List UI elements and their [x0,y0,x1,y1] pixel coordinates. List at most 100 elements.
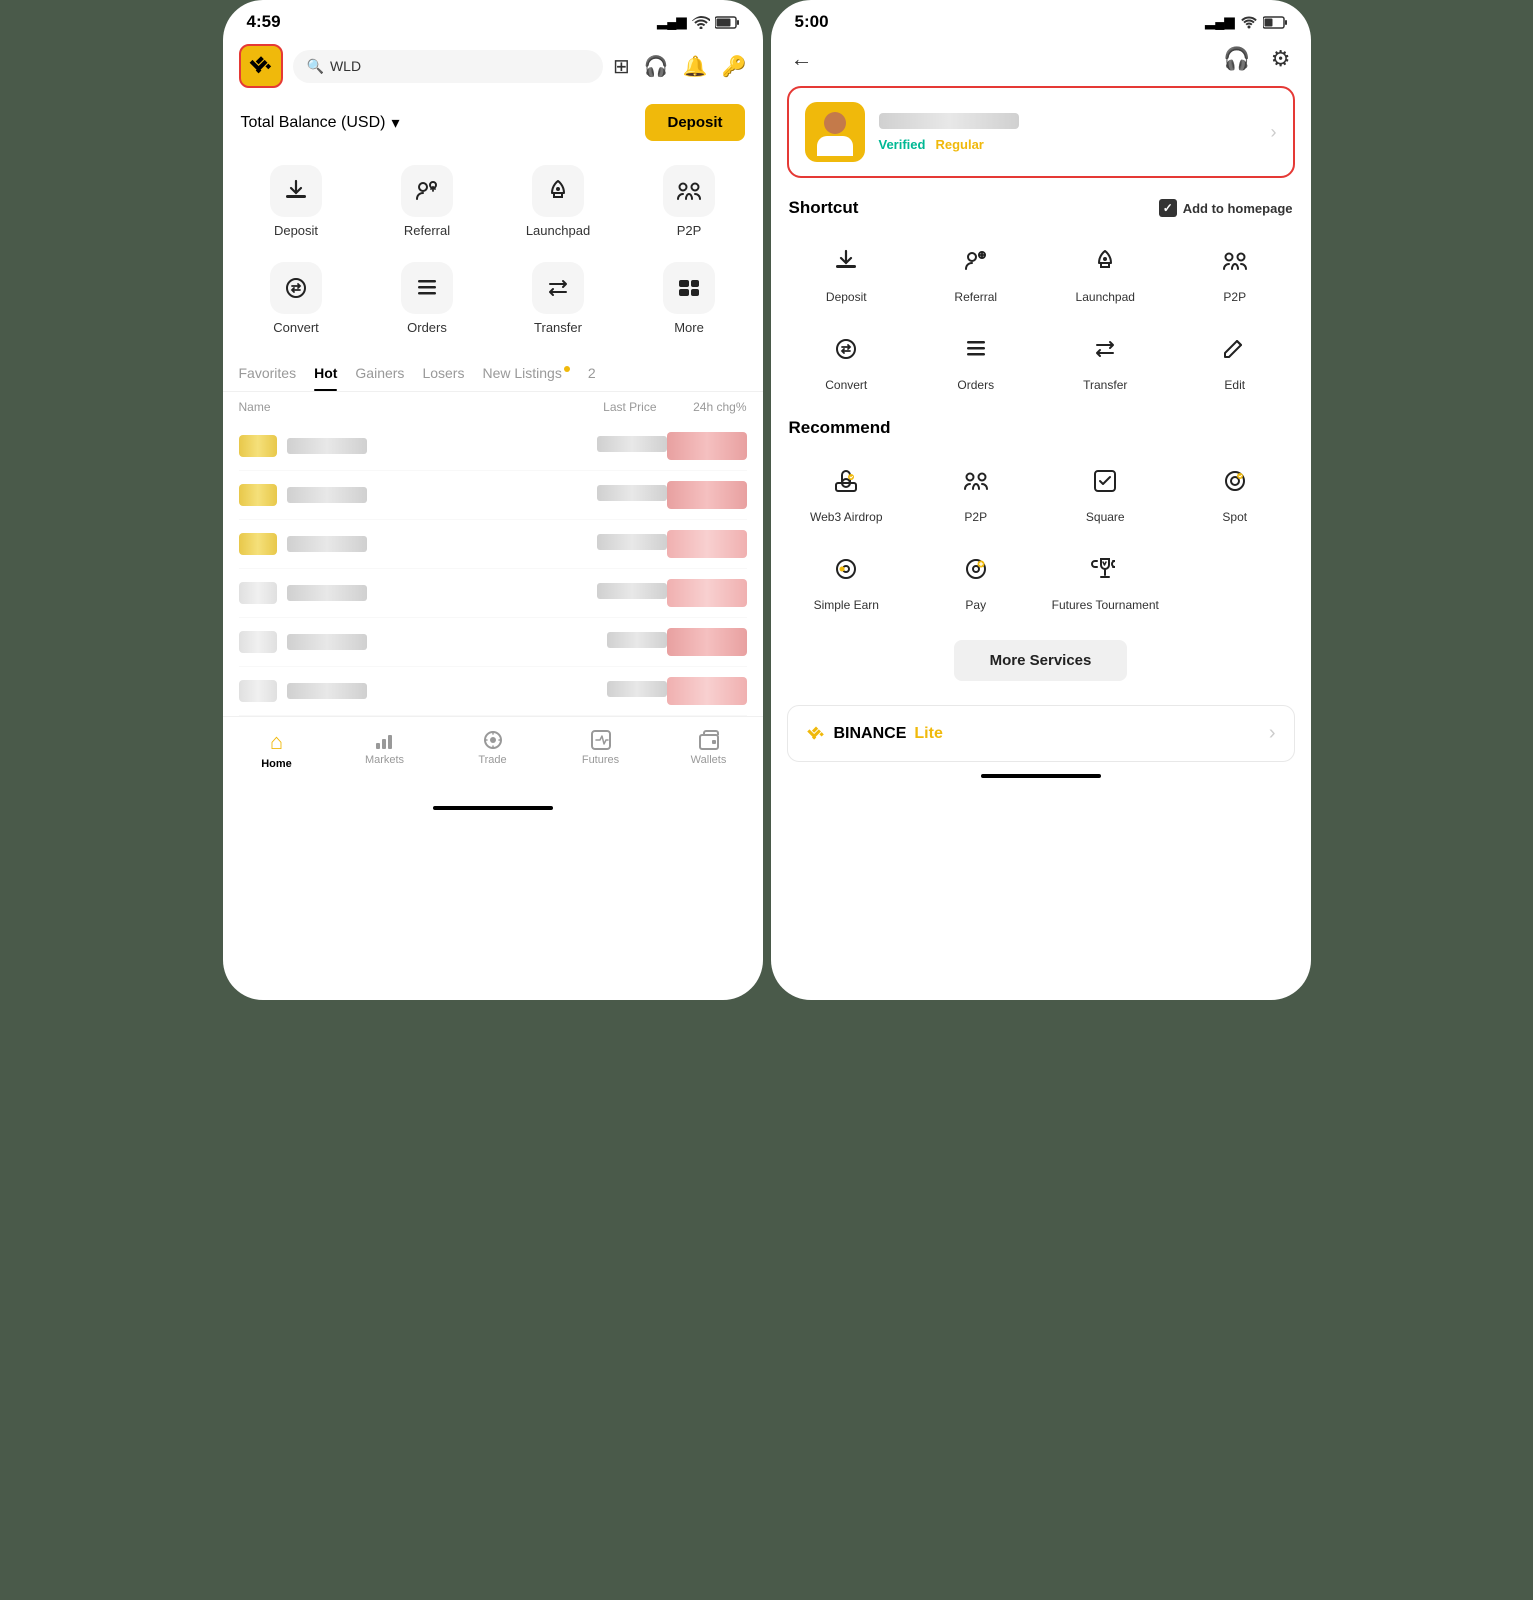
price-col [567,632,667,653]
status-bar-right: 5:00 ▂▄▆ [771,0,1311,38]
rec-futures-tournament[interactable]: Futures Tournament [1044,538,1168,620]
nav-trade[interactable]: Trade [439,725,547,774]
market-row[interactable] [239,471,747,520]
tab-gainers[interactable]: Gainers [355,359,404,391]
tab-hot[interactable]: Hot [314,359,337,391]
tab-new-listings[interactable]: New Listings [482,359,569,391]
add-homepage-toggle[interactable]: ✓ Add to homepage [1159,199,1293,217]
tab-losers[interactable]: Losers [422,359,464,391]
action-transfer[interactable]: Transfer [495,252,622,345]
rec-square[interactable]: Square [1044,450,1168,532]
profile-name-blur [879,113,1019,129]
shortcut-edit[interactable]: Edit [1173,318,1297,400]
tab-count[interactable]: 2 [588,359,596,391]
chevron-down-icon: ▾ [391,113,399,133]
shortcut-transfer[interactable]: Transfer [1044,318,1168,400]
market-row[interactable] [239,569,747,618]
change-bar [667,530,747,558]
headset-icon[interactable]: 🎧 [644,54,669,79]
status-time-left: 4:59 [247,12,281,32]
market-row[interactable] [239,667,747,716]
shortcut-launchpad[interactable]: Launchpad [1044,230,1168,312]
status-icons-left: ▂▄▆ [657,14,738,30]
status-time-right: 5:00 [795,12,829,32]
convert-label: Convert [273,320,319,335]
action-orders[interactable]: Orders [364,252,491,345]
shortcut-deposit[interactable]: Deposit [785,230,909,312]
deposit-label: Deposit [274,223,318,238]
badge-regular: Regular [935,137,983,152]
lite-text: Lite [914,725,942,743]
tab-favorites[interactable]: Favorites [239,359,297,391]
convert-icon [270,262,322,314]
avatar-container [805,102,865,162]
shortcut-orders[interactable]: Orders [914,318,1038,400]
settings-icon[interactable]: ⚙ [1271,46,1291,72]
action-launchpad[interactable]: Launchpad [495,155,622,248]
profile-icon[interactable]: 🔑 [722,54,747,79]
action-deposit[interactable]: Deposit [233,155,360,248]
rec-web3airdrop-label: Web3 Airdrop [810,510,883,524]
shortcut-convert[interactable]: Convert [785,318,909,400]
nav-home[interactable]: ⌂ Home [223,725,331,774]
bell-icon[interactable]: 🔔 [683,54,708,79]
rec-simpleearn-label: Simple Earn [814,598,879,612]
profile-info: Verified Regular [879,113,1257,152]
battery-icon-right [1263,16,1287,29]
profile-card[interactable]: Verified Regular › [787,86,1295,178]
headset-icon-right[interactable]: 🎧 [1223,46,1250,72]
shortcut-referral[interactable]: Referral [914,230,1038,312]
p2p-icon [663,165,715,217]
profile-chevron-icon: › [1271,122,1277,143]
futures-icon [590,729,612,751]
deposit-button-main[interactable]: Deposit [645,104,744,141]
rec-square-label: Square [1086,510,1125,524]
search-text: WLD [330,58,361,74]
coin-info [239,484,567,506]
rec-pay[interactable]: Pay [914,538,1038,620]
coin-name [287,585,367,601]
search-bar[interactable]: 🔍 WLD [293,50,604,83]
battery-icon [715,16,739,29]
market-row[interactable] [239,520,747,569]
action-p2p[interactable]: P2P [626,155,753,248]
avatar-head [824,112,846,134]
scan-icon[interactable]: ⊞ [613,54,630,79]
more-services-button[interactable]: More Services [954,640,1128,681]
rec-simpleearn[interactable]: Simple Earn [785,538,909,620]
simpleearn-icon [823,546,869,592]
coin-thumb [239,680,277,702]
badge-verified: Verified [879,137,926,152]
transfer-icon [532,262,584,314]
action-convert[interactable]: Convert [233,252,360,345]
action-more[interactable]: More [626,252,753,345]
coin-thumb [239,435,277,457]
rec-p2p-label: P2P [964,510,987,524]
header-name: Name [239,400,557,414]
coin-info [239,582,567,604]
orders-icon-right [953,326,999,372]
lite-chevron-icon: › [1269,722,1276,745]
balance-row: Total Balance (USD) ▾ Deposit [223,94,763,149]
market-row[interactable] [239,618,747,667]
nav-wallets[interactable]: Wallets [655,725,763,774]
square-icon [1082,458,1128,504]
rec-futures-tournament-label: Futures Tournament [1052,598,1159,612]
nav-markets[interactable]: Markets [331,725,439,774]
nav-futures[interactable]: Futures [547,725,655,774]
rec-spot-label: Spot [1222,510,1247,524]
action-referral[interactable]: Referral [364,155,491,248]
coin-thumb [239,631,277,653]
rec-web3airdrop[interactable]: Web3 Airdrop [785,450,909,532]
market-row[interactable] [239,422,747,471]
binance-lite-banner[interactable]: BINANCE Lite › [787,705,1295,762]
shortcut-p2p[interactable]: P2P [1173,230,1297,312]
orders-label: Orders [407,320,447,335]
back-button[interactable]: ← [791,46,813,72]
binance-logo[interactable] [239,44,283,88]
nav-futures-label: Futures [582,754,619,766]
rec-spot[interactable]: Spot [1173,450,1297,532]
rec-p2p[interactable]: P2P [914,450,1038,532]
profile-badges: Verified Regular [879,137,1257,152]
change-bar [667,481,747,509]
